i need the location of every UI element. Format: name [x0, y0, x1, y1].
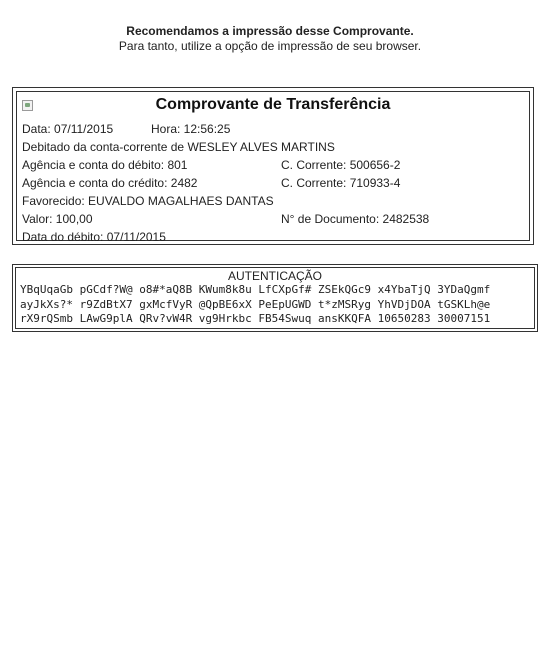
print-notice: Recomendamos a impressão desse Comprovan… [0, 24, 540, 54]
authentication-title: AUTENTICAÇÃO [227, 269, 322, 283]
date-time-row: Data: 07/11/2015 Hora: 12:56:25 [22, 121, 524, 137]
transfer-amount: Valor: 100,00 [22, 212, 93, 226]
authentication-body: AUTENTICAÇÃO YBqUqaGb pGCdf?W@ o8#*aQ8B … [15, 267, 535, 329]
debit-account-row: Agência e conta do débito: 801 C. Corren… [22, 157, 524, 173]
beneficiary: Favorecido: EUVALDO MAGALHAES DANTAS [22, 194, 274, 208]
notice-instruction: Para tanto, utilize a opção de impressão… [118, 39, 422, 53]
credit-account-row: Agência e conta do crédito: 2482 C. Corr… [22, 175, 524, 191]
debit-checking-account: C. Corrente: 500656-2 [281, 158, 401, 172]
debit-branch-account: Agência e conta do débito: 801 [22, 158, 188, 172]
debited-account-holder: Debitado da conta-corrente de WESLEY ALV… [22, 140, 335, 154]
debit-date: Data do débito: 07/11/2015 [22, 230, 166, 244]
authentication-line: YBqUqaGb pGCdf?W@ o8#*aQ8B KWum8k8u LfCX… [20, 283, 491, 296]
credit-branch-account: Agência e conta do crédito: 2482 [22, 176, 198, 190]
credit-checking-account: C. Corrente: 710933-4 [281, 176, 401, 190]
transfer-receipt: Comprovante de Transferência Data: 07/11… [12, 87, 534, 245]
amount-row: Valor: 100,00 N° de Documento: 2482538 [22, 211, 524, 227]
notice-recommendation: Recomendamos a impressão desse Comprovan… [126, 24, 414, 38]
transfer-date: Data: 07/11/2015 [22, 122, 114, 136]
receipt-body: Comprovante de Transferência Data: 07/11… [16, 91, 530, 244]
document-number: N° de Documento: 2482538 [281, 212, 430, 226]
receipt-title: Comprovante de Transferência [155, 96, 391, 113]
transfer-time: Hora: 12:56:25 [151, 122, 231, 136]
authentication-line: rX9rQSmb LAwG9plA QRv?vW4R vg9Hrkbc FB54… [20, 312, 491, 325]
receipt-header: Comprovante de Transferência [17, 92, 529, 120]
authentication-line: ayJkXs?* r9ZdBtX7 gxMcfVyR @QpBE6xX PeEp… [20, 297, 491, 311]
authentication-box: AUTENTICAÇÃO YBqUqaGb pGCdf?W@ o8#*aQ8B … [12, 264, 538, 332]
